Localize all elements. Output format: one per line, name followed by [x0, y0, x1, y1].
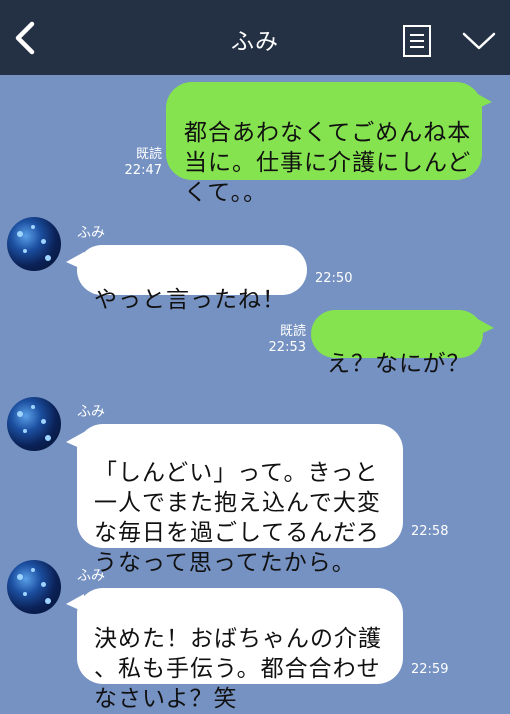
avatar[interactable]: [7, 397, 61, 451]
avatar[interactable]: [7, 217, 61, 271]
received-message-bubble[interactable]: 決めた！おばちゃんの介護 、私も手伝う。都合合わせ なさいよ？笑: [77, 588, 403, 712]
message-meta: 既読 22:53: [262, 324, 306, 356]
message-time: 22:50: [315, 271, 353, 286]
chat-title: ふみ: [231, 29, 279, 55]
read-receipt: 既読: [135, 147, 162, 162]
sender-name: ふみ: [77, 404, 105, 420]
chevron-down-icon: [462, 32, 496, 50]
menu-button[interactable]: [460, 30, 498, 54]
message-text: 都合あわなくてごめんね本 当に。仕事に介護にしんど くて。。: [184, 120, 472, 206]
avatar[interactable]: [7, 560, 61, 614]
notes-icon: [403, 25, 431, 57]
sender-name: ふみ: [77, 225, 105, 241]
sender-name: ふみ: [77, 568, 105, 584]
message-text: え？なにが？: [327, 351, 471, 377]
notes-button[interactable]: [402, 24, 432, 58]
message-time: 22:53: [268, 340, 306, 355]
bubble-tail: [476, 318, 494, 336]
sent-message-bubble[interactable]: え？なにが？: [311, 310, 483, 377]
sent-message-bubble[interactable]: 都合あわなくてごめんね本 当に。仕事に介護にしんど くて。。: [166, 82, 482, 206]
message-text: やっと言ったね！: [94, 287, 286, 313]
bubble-tail: [474, 92, 492, 110]
message-time: 22:47: [124, 163, 162, 178]
message-text: 「しんどい」って。きっと 一人でまた抱え込んで大変 な毎日を過ごしてるんだろ う…: [94, 460, 381, 576]
message-text: 決めた！おばちゃんの介護 、私も手伝う。都合合わせ なさいよ？笑: [94, 626, 382, 712]
message-time: 22:59: [411, 662, 449, 677]
message-time: 22:58: [411, 524, 449, 539]
received-message-bubble[interactable]: やっと言ったね！: [77, 245, 307, 313]
chat-header: ふみ: [0, 0, 510, 75]
read-receipt: 既読: [279, 324, 306, 339]
received-message-bubble[interactable]: 「しんどい」って。きっと 一人でまた抱え込んで大変 な毎日を過ごしてるんだろ う…: [77, 424, 403, 576]
message-meta: 既読 22:47: [118, 147, 162, 179]
